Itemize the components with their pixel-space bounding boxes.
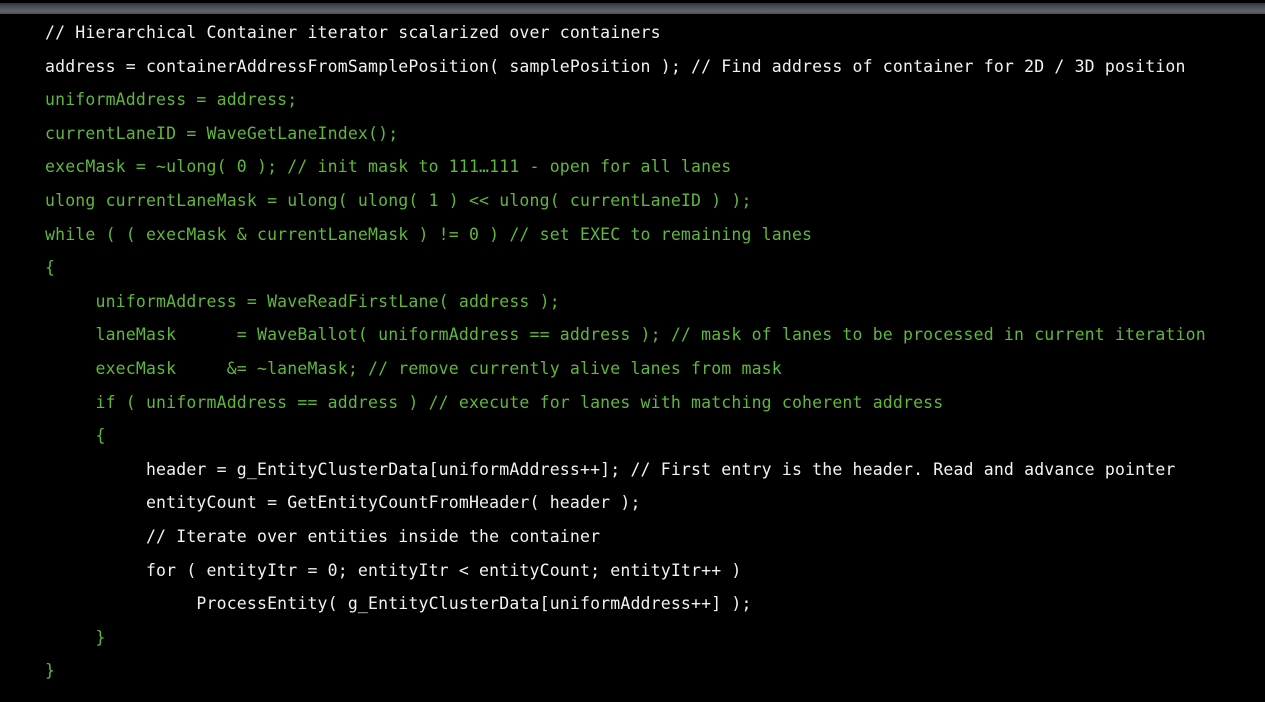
code-line: // Hierarchical Container iterator scala… — [45, 23, 661, 42]
code-line: execMask &= ~laneMask; // remove current… — [45, 358, 782, 378]
code-line: { — [45, 258, 56, 278]
code-line: uniformAddress = WaveReadFirstLane( addr… — [45, 291, 560, 311]
code-line: currentLaneID = WaveGetLaneIndex(); — [45, 123, 399, 143]
code-line: // Iterate over entities inside the cont… — [45, 526, 601, 546]
titlebar-gradient-strip — [0, 3, 1265, 14]
code-snippet-window: // Hierarchical Container iterator scala… — [0, 0, 1265, 702]
code-line: header = g_EntityClusterData[uniformAddr… — [45, 459, 1176, 479]
code-line: address = containerAddressFromSamplePosi… — [45, 56, 1186, 76]
code-line: laneMask = WaveBallot( uniformAddress ==… — [45, 325, 1206, 345]
code-line: entityCount = GetEntityCountFromHeader( … — [45, 493, 641, 513]
code-line: ProcessEntity( g_EntityClusterData[unifo… — [45, 594, 752, 614]
window-titlebar — [0, 0, 1265, 16]
code-line: } — [45, 661, 56, 681]
code-line: if ( uniformAddress == address ) // exec… — [45, 392, 944, 412]
code-line: execMask = ~ulong( 0 ); // init mask to … — [45, 157, 732, 177]
code-line: uniformAddress = address; — [45, 90, 298, 110]
code-line: ulong currentLaneMask = ulong( ulong( 1 … — [45, 190, 752, 210]
code-editor-surface[interactable]: // Hierarchical Container iterator scala… — [0, 16, 1265, 702]
code-line: for ( entityItr = 0; entityItr < entityC… — [45, 560, 742, 580]
code-line: { — [45, 426, 106, 446]
code-line: while ( ( execMask & currentLaneMask ) !… — [45, 224, 813, 244]
code-line: } — [45, 627, 106, 647]
